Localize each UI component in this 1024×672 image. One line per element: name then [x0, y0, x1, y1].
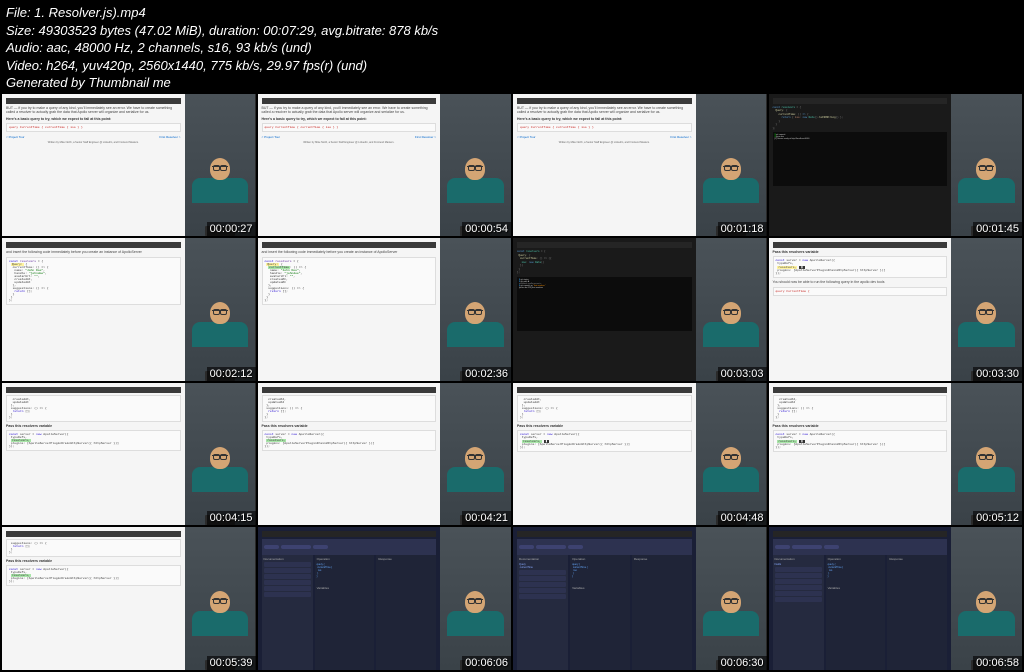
thumbnail-5[interactable]: and insert the following code immediatel…	[2, 238, 256, 381]
timestamp-1: 00:00:27	[207, 222, 256, 236]
file-info-header: File: 1. Resolver.js).mp4 Size: 49303523…	[0, 0, 1024, 94]
thumbnail-7[interactable]: const resolvers = { Query: { currentTime…	[513, 238, 767, 381]
file-size-line: Size: 49303523 bytes (47.02 MiB), durati…	[6, 22, 1018, 40]
timestamp-6: 00:02:36	[462, 367, 511, 381]
thumbnail-10[interactable]: createdAt, updatedAt }, suggestions: () …	[258, 383, 512, 526]
thumbnail-6[interactable]: and insert the following code immediatel…	[258, 238, 512, 381]
thumbnail-4[interactable]: const resolvers = { Query: { currentTime…	[769, 94, 1023, 237]
timestamp-8: 00:03:30	[973, 367, 1022, 381]
timestamp-7: 00:03:03	[718, 367, 767, 381]
thumbnail-12[interactable]: createdAt, updatedAt }, suggestions: () …	[769, 383, 1023, 526]
timestamp-9: 00:04:15	[207, 511, 256, 525]
generated-by-line: Generated by Thumbnail me	[6, 74, 1018, 92]
timestamp-4: 00:01:45	[973, 222, 1022, 236]
timestamp-5: 00:02:12	[207, 367, 256, 381]
thumbnail-16[interactable]: DocumentationFields Operationquery { cur…	[769, 527, 1023, 670]
thumbnail-11[interactable]: createdAt, updatedAt }, suggestions: () …	[513, 383, 767, 526]
thumbnail-13[interactable]: suggestions: () => { return []; }}; Pass…	[2, 527, 256, 670]
audio-info-line: Audio: aac, 48000 Hz, 2 channels, s16, 9…	[6, 39, 1018, 57]
timestamp-11: 00:04:48	[718, 511, 767, 525]
file-name-line: File: 1. Resolver.js).mp4	[6, 4, 1018, 22]
timestamp-10: 00:04:21	[462, 511, 511, 525]
thumbnail-3[interactable]: BUT — if you try to make a query of any …	[513, 94, 767, 237]
timestamp-2: 00:00:54	[462, 222, 511, 236]
thumbnail-grid: BUT — if you try to make a query of any …	[0, 94, 1024, 672]
thumbnail-14[interactable]: Documentation Operationquery { currentTi…	[258, 527, 512, 670]
timestamp-12: 00:05:12	[973, 511, 1022, 525]
thumbnail-2[interactable]: BUT — if you try to make a query of any …	[258, 94, 512, 237]
thumbnail-8[interactable]: Pass this resolvers variable const serve…	[769, 238, 1023, 381]
timestamp-3: 00:01:18	[718, 222, 767, 236]
video-info-line: Video: h264, yuv420p, 2560x1440, 775 kb/…	[6, 57, 1018, 75]
thumbnail-1[interactable]: BUT — if you try to make a query of any …	[2, 94, 256, 237]
thumbnail-15[interactable]: DocumentationQuery currentTime Operation…	[513, 527, 767, 670]
thumbnail-9[interactable]: createdAt, updatedAt }, suggestions: () …	[2, 383, 256, 526]
